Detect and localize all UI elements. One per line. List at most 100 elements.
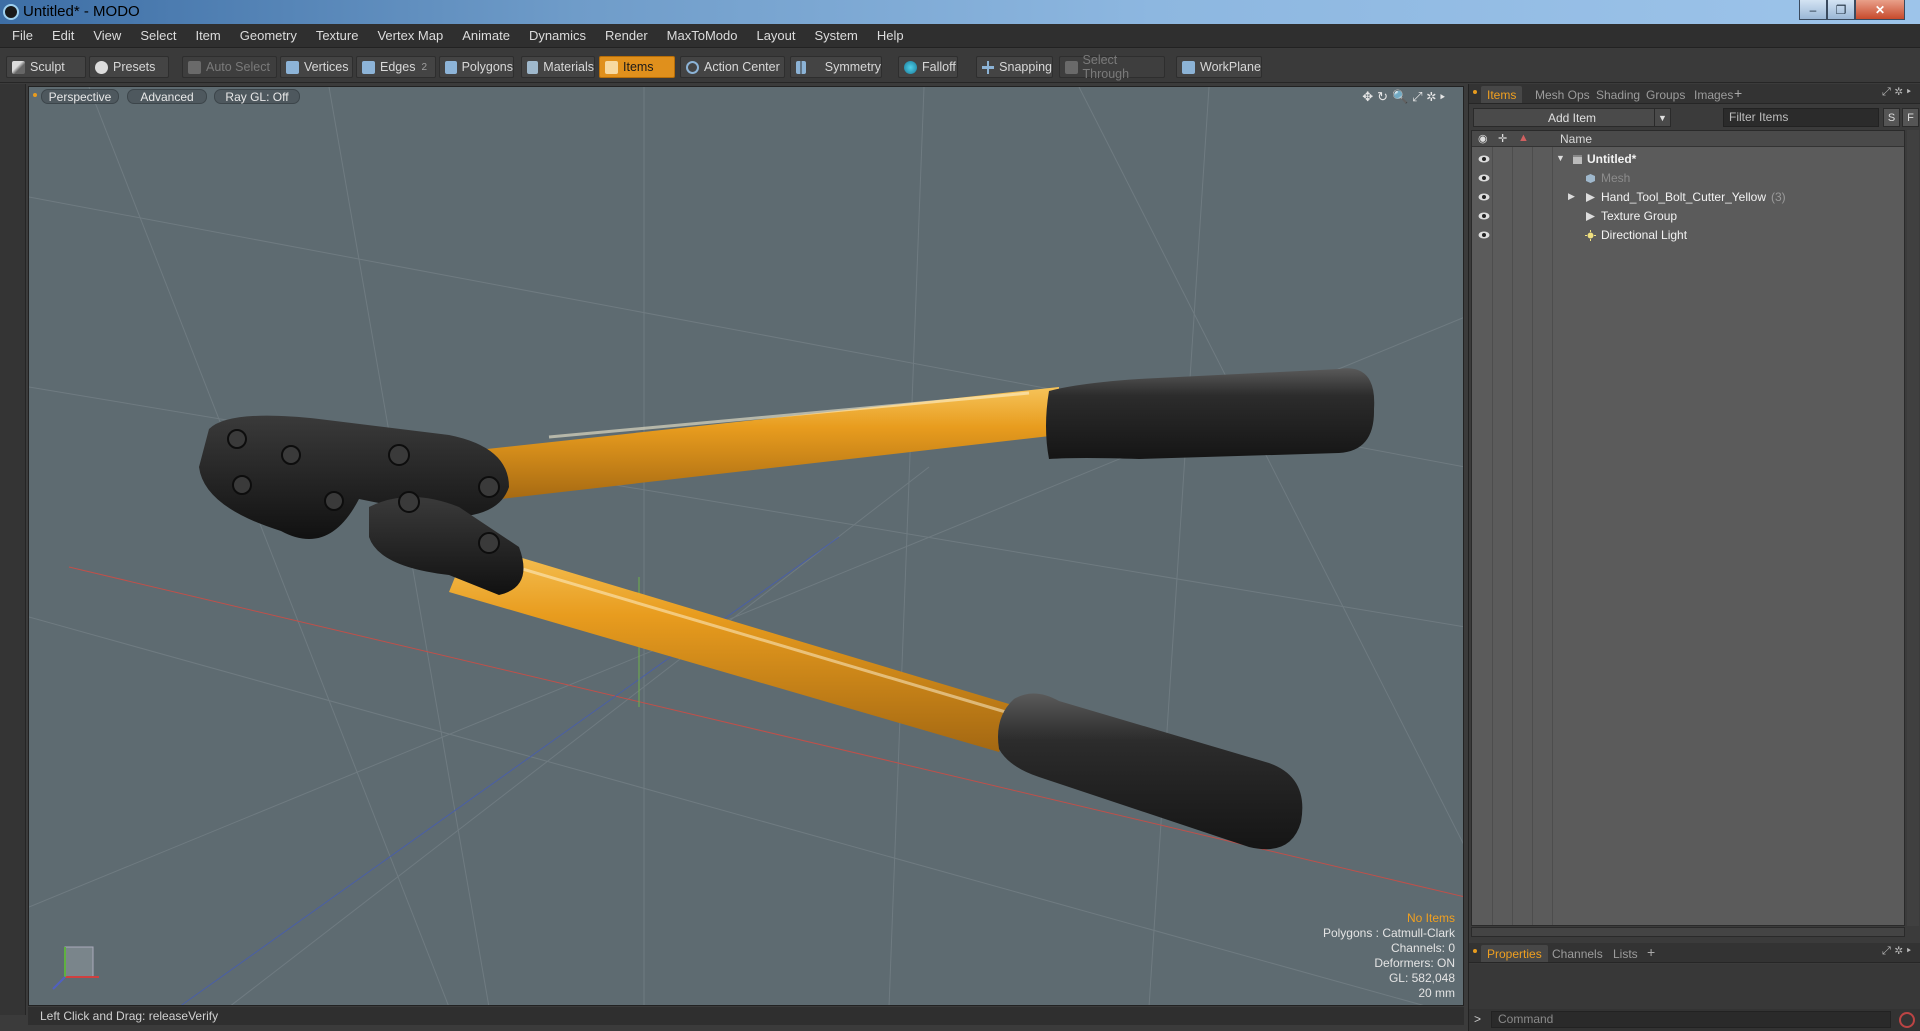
- falloff-button[interactable]: Falloff: [898, 56, 958, 78]
- action-center-icon: [686, 60, 699, 74]
- menu-item[interactable]: Item: [195, 28, 220, 43]
- viewport-menu-dot-icon[interactable]: [33, 93, 37, 97]
- minimize-button[interactable]: ‒: [1799, 0, 1827, 20]
- tab-groups[interactable]: Groups: [1640, 86, 1691, 103]
- menu-view[interactable]: View: [93, 28, 121, 43]
- action-center-button[interactable]: Action Center: [680, 56, 785, 78]
- falloff-icon: [904, 60, 917, 74]
- tree-row-directional-light[interactable]: Directional Light: [1472, 226, 1904, 245]
- upper-handle: [459, 387, 1059, 502]
- select-through-button[interactable]: Select Through: [1059, 53, 1165, 81]
- add-item-button[interactable]: Add Item ▼: [1473, 108, 1671, 127]
- tab-properties[interactable]: Properties: [1481, 945, 1548, 962]
- add-tab-icon[interactable]: +: [1734, 85, 1742, 101]
- collapse-triangle-icon[interactable]: ▼: [1556, 153, 1565, 163]
- panel-menu-dot-icon[interactable]: [1473, 90, 1477, 94]
- tab-items[interactable]: Items: [1481, 86, 1523, 103]
- f-filter-button[interactable]: F: [1902, 108, 1919, 127]
- eye-icon[interactable]: [1478, 153, 1490, 165]
- eye-icon[interactable]: [1478, 191, 1490, 203]
- presets-button[interactable]: Presets: [89, 56, 169, 78]
- maximize-button[interactable]: ❐: [1827, 0, 1855, 20]
- item-list-horizontal-scrollbar[interactable]: [1471, 927, 1905, 937]
- menu-dynamics[interactable]: Dynamics: [529, 28, 586, 43]
- sculpt-button[interactable]: Sculpt: [6, 56, 86, 78]
- lock-column-icon[interactable]: ✛: [1498, 132, 1507, 145]
- command-input[interactable]: Command: [1491, 1011, 1891, 1028]
- tree-row-bolt-cutter-group[interactable]: ▶ Hand_Tool_Bolt_Cutter_Yellow (3): [1472, 188, 1904, 207]
- menu-render[interactable]: Render: [605, 28, 648, 43]
- menu-help[interactable]: Help: [877, 28, 904, 43]
- tree-row-texture-group[interactable]: Texture Group: [1472, 207, 1904, 226]
- tab-images[interactable]: Images: [1688, 86, 1739, 103]
- perspective-view-tab[interactable]: Perspective: [41, 89, 119, 104]
- status-bar: Left Click and Drag: releaseVerify: [28, 1007, 1464, 1025]
- viewport-stats: No Items Polygons : Catmull-Clark Channe…: [1323, 911, 1455, 1001]
- items-panel-tabs: Items Mesh Ops Shading Groups Images + ⤢…: [1469, 84, 1920, 104]
- title-bar: Untitled* - MODO ‒ ❐ ✕: [0, 0, 1920, 24]
- item-list-vertical-scrollbar[interactable]: [1907, 130, 1919, 926]
- presets-icon: [95, 60, 108, 74]
- tab-shading[interactable]: Shading: [1590, 86, 1646, 103]
- menu-file[interactable]: File: [12, 28, 33, 43]
- s-filter-button[interactable]: S: [1883, 108, 1900, 127]
- items-icon: [605, 60, 618, 74]
- polygons-stat: Polygons : Catmull-Clark: [1322, 926, 1455, 940]
- tree-row-mesh[interactable]: Mesh: [1472, 169, 1904, 188]
- viewport-header: Perspective Advanced Ray GL: Off ✥↻🔍⤢✲▸: [29, 87, 1463, 107]
- filter-items-input[interactable]: Filter Items: [1723, 108, 1879, 127]
- expand-triangle-icon[interactable]: ▶: [1568, 191, 1575, 202]
- menu-layout[interactable]: Layout: [756, 28, 795, 43]
- menu-edit[interactable]: Edit: [52, 28, 74, 43]
- polygons-icon: [445, 60, 457, 74]
- visibility-column-eye-icon[interactable]: ◉: [1478, 132, 1488, 145]
- viewport-nav-icons[interactable]: ✥↻🔍⤢✲▸: [1362, 89, 1449, 105]
- eye-icon[interactable]: [1478, 210, 1490, 222]
- menu-animate[interactable]: Animate: [462, 28, 510, 43]
- 3d-viewport[interactable]: Perspective Advanced Ray GL: Off ✥↻🔍⤢✲▸ …: [28, 86, 1464, 1006]
- chevron-down-icon[interactable]: ▼: [1654, 109, 1670, 126]
- materials-mode-button[interactable]: Materials: [521, 56, 595, 78]
- name-column-header[interactable]: Name: [1560, 132, 1592, 146]
- eye-icon[interactable]: [1478, 172, 1490, 184]
- menu-select[interactable]: Select: [140, 28, 176, 43]
- lower-grip: [998, 693, 1303, 850]
- panel-options-icons[interactable]: ⤢✲▸: [1882, 86, 1915, 99]
- menu-vertex-map[interactable]: Vertex Map: [377, 28, 443, 43]
- scale-stat: 20 mm: [1418, 986, 1455, 1000]
- symmetry-icon: [796, 60, 806, 74]
- scene-canvas[interactable]: [29, 87, 1464, 1006]
- workplane-button[interactable]: WorkPlane: [1176, 56, 1262, 78]
- tab-mesh-ops[interactable]: Mesh Ops: [1529, 86, 1596, 103]
- main-toolbar: Sculpt Presets Auto Select Vertices Edge…: [0, 49, 1920, 83]
- panel-options-icons[interactable]: ⤢✲▸: [1882, 945, 1915, 958]
- tab-lists[interactable]: Lists: [1607, 945, 1644, 962]
- record-macro-icon[interactable]: [1899, 1012, 1915, 1028]
- menu-bar: File Edit View Select Item Geometry Text…: [0, 24, 1920, 48]
- menu-texture[interactable]: Texture: [316, 28, 359, 43]
- item-list-header: ◉ ✛ ▲ Name: [1472, 131, 1904, 147]
- menu-geometry[interactable]: Geometry: [240, 28, 297, 43]
- eye-icon[interactable]: [1478, 229, 1490, 241]
- vertices-mode-button[interactable]: Vertices: [280, 56, 353, 78]
- items-mode-button[interactable]: Items: [599, 56, 675, 78]
- ray-gl-toggle[interactable]: Ray GL: Off: [214, 89, 300, 104]
- add-tab-icon[interactable]: +: [1647, 944, 1655, 960]
- edges-mode-button[interactable]: Edges 2: [356, 56, 436, 78]
- upper-grip: [1046, 368, 1375, 459]
- snapping-button[interactable]: Snapping: [976, 56, 1053, 78]
- left-tool-strip[interactable]: [0, 84, 26, 1015]
- properties-menu-dot-icon[interactable]: [1473, 949, 1477, 953]
- menu-system[interactable]: System: [815, 28, 858, 43]
- auto-select-button[interactable]: Auto Select: [182, 56, 277, 78]
- tree-row-scene[interactable]: ▼ Untitled*: [1472, 150, 1904, 169]
- advanced-shading-tab[interactable]: Advanced: [127, 89, 207, 104]
- polygons-mode-button[interactable]: Polygons: [439, 56, 514, 78]
- item-list[interactable]: ◉ ✛ ▲ Name ▼ Untitled* Mesh ▶ Hand_Tool_…: [1471, 130, 1905, 926]
- render-column-icon[interactable]: ▲: [1518, 132, 1529, 144]
- symmetry-button[interactable]: Symmetry: [790, 56, 882, 78]
- tab-channels[interactable]: Channels: [1546, 945, 1609, 962]
- materials-icon: [527, 60, 539, 74]
- menu-maxtomodo[interactable]: MaxToModo: [667, 28, 738, 43]
- close-button[interactable]: ✕: [1855, 0, 1905, 20]
